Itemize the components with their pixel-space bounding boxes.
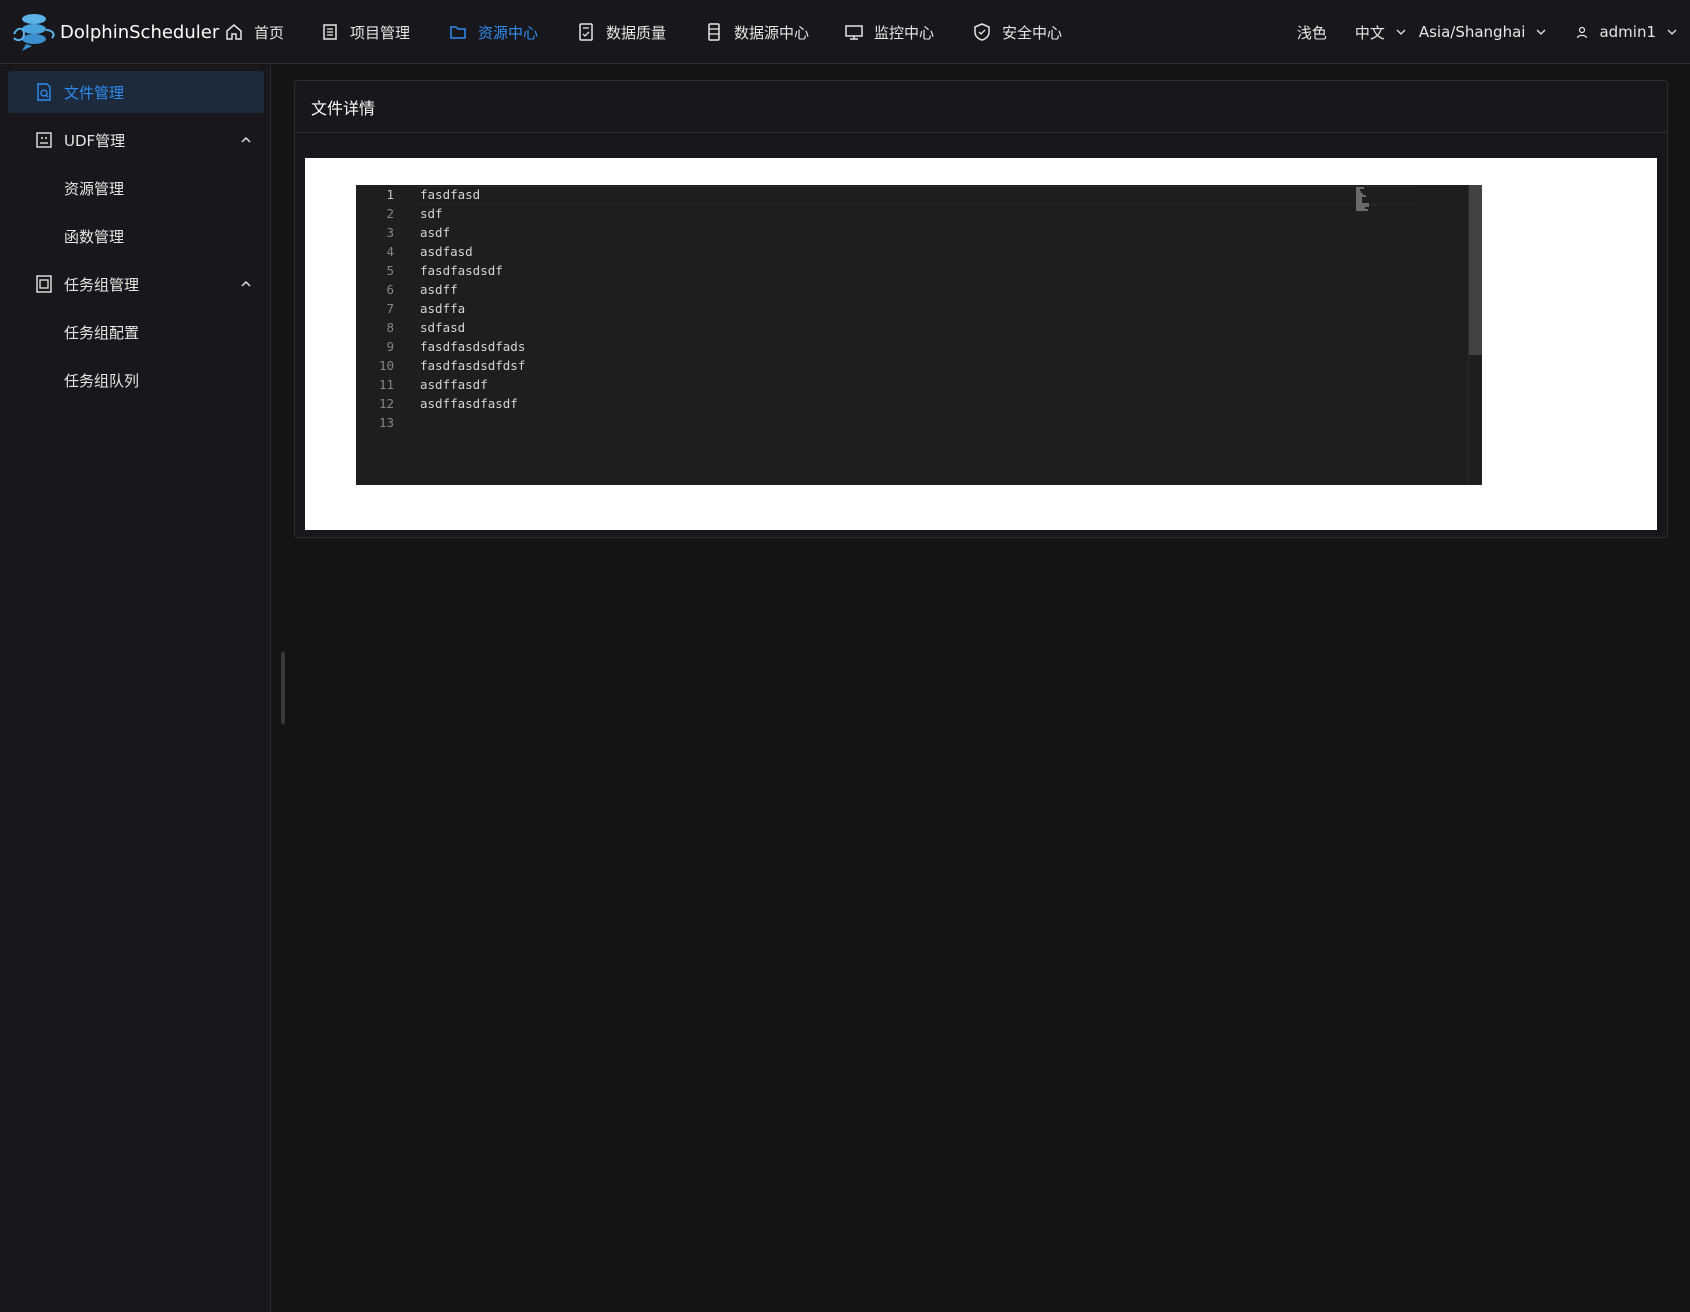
editor-scrollbar-thumb[interactable] xyxy=(1469,185,1482,355)
sidebar-collapse-handle[interactable] xyxy=(281,652,285,724)
code-line[interactable]: asdf xyxy=(420,223,450,242)
monitor-icon xyxy=(845,25,863,40)
line-number: 2 xyxy=(386,206,394,221)
nav-datasource-label: 数据源中心 xyxy=(734,23,810,42)
user-icon xyxy=(1577,26,1588,39)
code-line[interactable]: asdffasdf xyxy=(420,375,488,394)
line-number: 10 xyxy=(378,358,394,373)
code-line[interactable]: asdffasdfasdf xyxy=(420,394,518,413)
home-icon xyxy=(226,24,242,40)
nav-home[interactable]: 首页 xyxy=(224,0,320,64)
chevron-down-icon xyxy=(1396,29,1406,35)
sidebar-item-task-group-config[interactable]: 任务组配置 xyxy=(8,311,264,353)
folder-icon xyxy=(450,26,466,39)
nav-monitor-center[interactable]: 监控中心 xyxy=(844,0,972,64)
nav-resource-label: 资源中心 xyxy=(478,23,539,42)
project-icon xyxy=(323,24,337,40)
sidebar-item-label: 任务组管理 xyxy=(64,275,140,294)
sidebar-item-label: 资源管理 xyxy=(64,179,125,198)
code-line[interactable]: fasdfasdsdfads xyxy=(420,337,525,356)
sidebar-item-label: 任务组配置 xyxy=(64,323,140,342)
line-number: 8 xyxy=(386,320,394,335)
current-line-highlight xyxy=(416,186,1416,205)
chevron-down-icon xyxy=(1536,29,1546,35)
app-name: DolphinScheduler xyxy=(60,21,220,43)
app-logo[interactable]: DolphinScheduler xyxy=(12,12,219,52)
nav-security-center[interactable]: 安全中心 xyxy=(972,0,1092,64)
editor-minimap[interactable] xyxy=(1356,187,1370,211)
udf-icon xyxy=(36,132,52,148)
line-number: 12 xyxy=(378,396,394,411)
top-header: DolphinScheduler 首页 项目管理 资源中心 数据质量 数据源中心… xyxy=(0,0,1690,64)
nav-project-management[interactable]: 项目管理 xyxy=(320,0,448,64)
code-line[interactable]: sdf xyxy=(420,204,443,223)
user-menu[interactable]: admin1 xyxy=(1575,23,1678,41)
code-line[interactable]: fasdfasdsdfdsf xyxy=(420,356,525,375)
sidebar-item-label: 任务组队列 xyxy=(64,371,140,390)
sidebar-item-file-management[interactable]: 文件管理 xyxy=(8,71,264,113)
shield-icon xyxy=(974,23,990,41)
code-editor[interactable]: 1 2 3 4 5 6 7 8 9 10 11 12 13 fasdfasd s… xyxy=(356,185,1482,485)
user-label: admin1 xyxy=(1599,23,1656,41)
nav-data-quality-label: 数据质量 xyxy=(606,23,667,42)
timezone-select[interactable]: Asia/Shanghai xyxy=(1419,23,1548,41)
line-number: 3 xyxy=(386,225,394,240)
file-search-icon xyxy=(37,83,51,101)
line-number: 6 xyxy=(386,282,394,297)
line-number: 4 xyxy=(386,244,394,259)
dolphin-logo-icon xyxy=(12,12,58,52)
sidebar-item-function-management[interactable]: 函数管理 xyxy=(8,215,264,257)
sidebar: 文件管理 UDF管理 资源管理 函数管理 任务组管理 任务组配置 任务组队列 xyxy=(0,65,271,1312)
database-icon xyxy=(708,23,720,41)
line-number: 5 xyxy=(386,263,394,278)
code-line[interactable]: fasdfasd xyxy=(420,185,480,204)
sidebar-item-udf-management[interactable]: UDF管理 xyxy=(8,119,264,161)
line-number: 13 xyxy=(378,415,394,430)
header-right: 浅色 中文 Asia/Shanghai admin1 xyxy=(1297,0,1690,64)
nav-home-label: 首页 xyxy=(254,23,285,42)
code-line[interactable]: asdfasd xyxy=(420,242,473,261)
line-number-gutter: 1 2 3 4 5 6 7 8 9 10 11 12 13 xyxy=(356,185,416,485)
theme-label: 浅色 xyxy=(1296,23,1327,42)
nav-monitor-label: 监控中心 xyxy=(874,23,935,42)
code-line[interactable]: fasdfasdsdf xyxy=(420,261,503,280)
task-group-icon xyxy=(36,275,52,293)
language-select[interactable]: 中文 xyxy=(1355,22,1407,43)
code-line[interactable]: asdffa xyxy=(420,299,465,318)
nav-project-label: 项目管理 xyxy=(350,23,411,42)
sidebar-item-task-group-management[interactable]: 任务组管理 xyxy=(8,263,264,305)
line-number: 7 xyxy=(386,301,394,316)
chevron-down-icon xyxy=(1667,29,1677,35)
sidebar-item-label: UDF管理 xyxy=(64,131,126,150)
nav-data-quality[interactable]: 数据质量 xyxy=(576,0,704,64)
theme-toggle[interactable]: 浅色 xyxy=(1297,22,1327,43)
code-line[interactable]: sdfasd xyxy=(420,318,465,337)
timezone-label: Asia/Shanghai xyxy=(1418,23,1526,41)
sidebar-item-resource-management[interactable]: 资源管理 xyxy=(8,167,264,209)
editor-scrollbar[interactable] xyxy=(1468,185,1482,485)
language-label: 中文 xyxy=(1354,23,1385,42)
code-line[interactable]: asdff xyxy=(420,280,458,299)
nav-resource-center[interactable]: 资源中心 xyxy=(448,0,576,64)
line-number: 9 xyxy=(386,339,394,354)
chevron-up-icon xyxy=(241,137,251,143)
nav-security-label: 安全中心 xyxy=(1002,23,1063,42)
sidebar-item-task-group-queue[interactable]: 任务组队列 xyxy=(8,359,264,401)
document-check-icon xyxy=(579,23,593,41)
line-number: 1 xyxy=(386,187,394,202)
sidebar-item-label: 函数管理 xyxy=(64,227,125,246)
card-title: 文件详情 xyxy=(295,81,1667,133)
sidebar-item-label: 文件管理 xyxy=(64,83,125,102)
nav-datasource-center[interactable]: 数据源中心 xyxy=(704,0,844,64)
main-nav: 首页 项目管理 资源中心 数据质量 数据源中心 监控中心 安全中心 xyxy=(224,0,1092,64)
line-number: 11 xyxy=(378,377,394,392)
chevron-up-icon xyxy=(241,281,251,287)
